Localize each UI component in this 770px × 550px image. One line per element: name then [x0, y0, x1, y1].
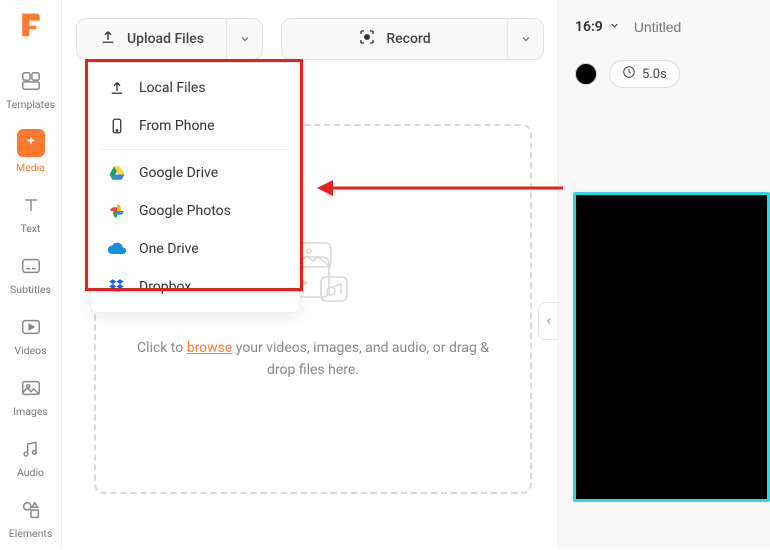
dropzone-text: Click to browse your videos, images, and… — [126, 337, 500, 382]
duration-chip[interactable]: 5.0s — [609, 60, 680, 88]
left-sidebar: Templates Media Text Subtitles Videos Im… — [0, 0, 62, 548]
menu-item-google-photos[interactable]: Google Photos — [91, 192, 299, 230]
sidebar-item-label: Audio — [17, 466, 44, 479]
media-icon — [17, 129, 45, 157]
menu-item-dropbox[interactable]: Dropbox — [91, 268, 299, 306]
sidebar-item-elements[interactable]: Elements — [0, 489, 62, 550]
upload-button-group: Upload Files — [76, 18, 263, 60]
google-photos-icon — [107, 201, 127, 221]
text-icon — [18, 192, 44, 218]
upload-icon — [99, 28, 117, 50]
sidebar-item-text[interactable]: Text — [0, 184, 62, 245]
clock-icon — [622, 65, 636, 83]
videos-icon — [18, 314, 44, 340]
subtitles-icon — [18, 253, 44, 279]
sidebar-item-label: Text — [21, 222, 41, 235]
sidebar-item-label: Elements — [9, 527, 53, 540]
sidebar-item-label: Templates — [6, 98, 55, 111]
upload-source-menu: Local Files From Phone Google Drive Goog… — [90, 62, 300, 313]
sidebar-item-label: Videos — [14, 344, 46, 357]
sidebar-item-audio[interactable]: Audio — [0, 428, 62, 489]
chevron-down-icon — [609, 19, 620, 35]
sidebar-item-images[interactable]: Images — [0, 367, 62, 428]
menu-item-from-phone[interactable]: From Phone — [91, 107, 299, 145]
upload-label: Upload Files — [127, 31, 204, 47]
panel-collapse-toggle[interactable] — [538, 302, 558, 340]
menu-separator — [101, 149, 289, 150]
sidebar-item-label: Media — [16, 161, 45, 174]
templates-icon — [18, 68, 44, 94]
video-preview-canvas[interactable] — [573, 192, 770, 502]
dropbox-icon — [107, 277, 127, 297]
elements-icon — [18, 497, 44, 523]
menu-item-google-drive[interactable]: Google Drive — [91, 154, 299, 192]
record-dropdown-toggle[interactable] — [507, 19, 543, 59]
project-title-input[interactable] — [634, 19, 724, 35]
sidebar-item-label: Images — [13, 405, 48, 418]
preview-properties: 5.0s — [559, 54, 770, 94]
sidebar-item-templates[interactable]: Templates — [0, 60, 62, 121]
images-icon — [18, 375, 44, 401]
google-drive-icon — [107, 163, 127, 183]
background-color-swatch[interactable] — [575, 63, 597, 85]
preview-header: 16:9 — [559, 0, 770, 54]
menu-item-local-files[interactable]: Local Files — [91, 69, 299, 107]
app-logo[interactable] — [13, 10, 49, 38]
audio-icon — [18, 436, 44, 462]
record-label: Record — [386, 31, 430, 47]
upload-dropdown-toggle[interactable] — [226, 19, 262, 59]
sidebar-item-media[interactable]: Media — [0, 121, 62, 184]
upload-files-button[interactable]: Upload Files — [77, 19, 226, 59]
record-button[interactable]: Record — [282, 19, 507, 59]
menu-item-one-drive[interactable]: One Drive — [91, 230, 299, 268]
browse-link[interactable]: browse — [187, 340, 233, 356]
onedrive-icon — [107, 239, 127, 259]
sidebar-item-videos[interactable]: Videos — [0, 306, 62, 367]
record-icon — [358, 28, 376, 50]
sidebar-item-label: Subtitles — [10, 283, 51, 296]
record-button-group: Record — [281, 18, 544, 60]
aspect-ratio-selector[interactable]: 16:9 — [575, 19, 620, 35]
media-toolbar: Upload Files Record — [62, 0, 558, 70]
upload-icon — [107, 78, 127, 98]
sidebar-item-subtitles[interactable]: Subtitles — [0, 245, 62, 306]
phone-icon — [107, 116, 127, 136]
